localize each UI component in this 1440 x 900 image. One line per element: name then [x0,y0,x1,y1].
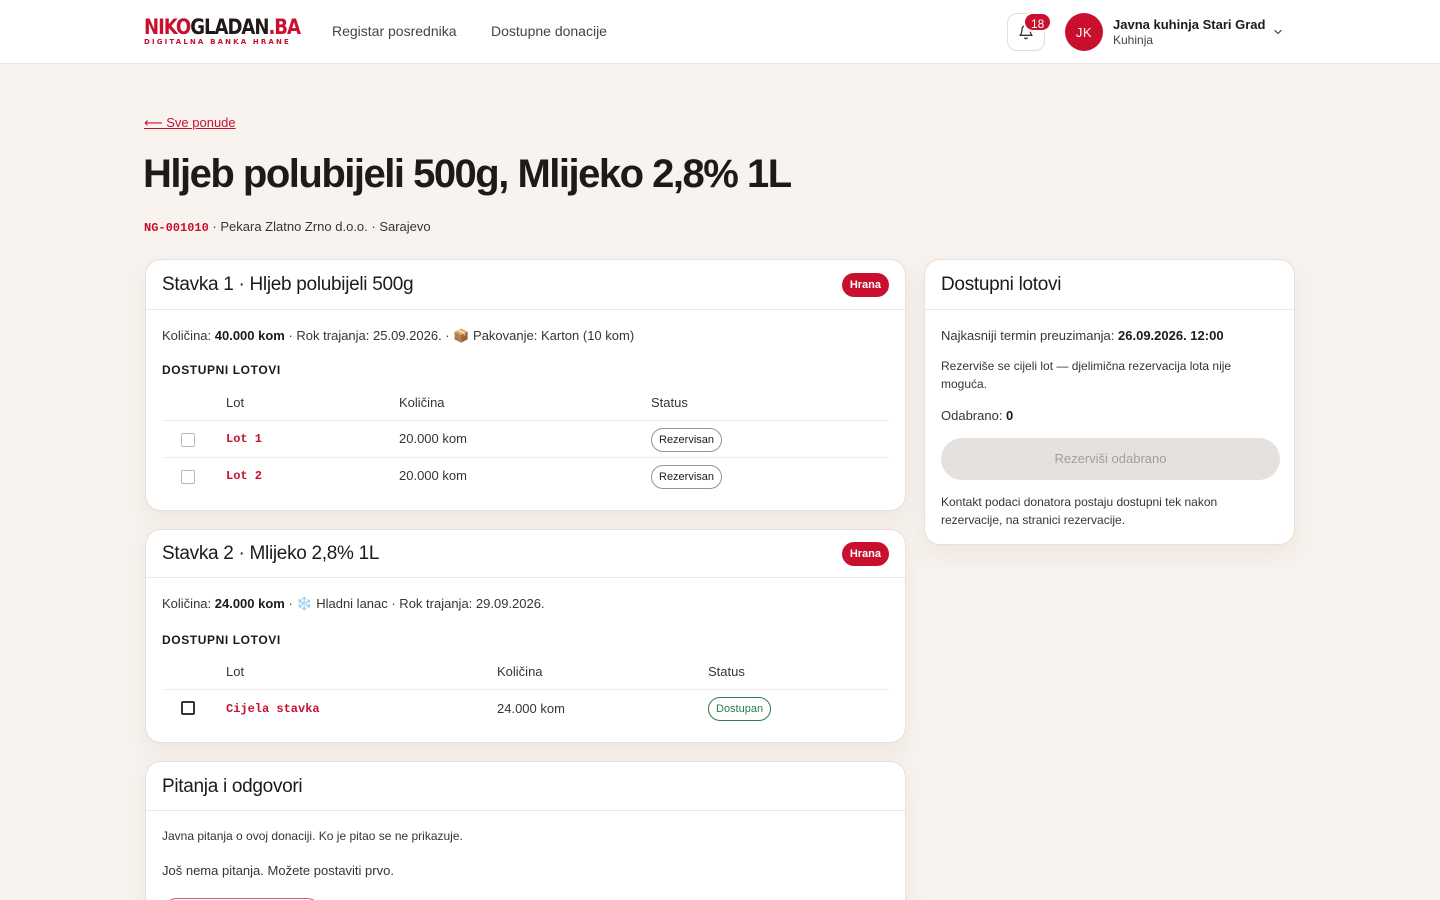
back-to-offers-link[interactable]: ⟵ Sve ponude [144,115,236,131]
status-badge: Rezervisan [651,428,723,452]
column-header-quantity: Količina [497,664,543,679]
lot-checkbox[interactable] [181,470,195,484]
item-title: Stavka 1 · Hljeb polubijeli 500g [162,274,414,295]
status-badge: Dostupan [708,697,772,721]
lot-name: Lot 1 [226,432,263,446]
divider [162,689,889,690]
user-role: Kuhinja [1113,33,1154,47]
column-header-status: Status [708,664,745,679]
reserve-selected-button[interactable]: Rezerviši odabrano [941,438,1280,480]
top-navigation-bar: NIKOGLADAN.BA DIGITALNA BANKA HRANE Regi… [0,0,1440,64]
status-badge: Rezervisan [651,465,723,489]
avatar[interactable]: JK [1065,13,1103,51]
logo[interactable]: NIKOGLADAN.BA DIGITALNA BANKA HRANE [144,15,301,48]
column-header-status: Status [651,395,688,410]
panel-header: Dostupni lotovi [925,260,1294,310]
item-title: Stavka 2 · Mlijeko 2,8% 1L [162,543,380,564]
user-name[interactable]: Javna kuhinja Stari Grad [1113,17,1265,32]
item-info: Količina: 24.000 kom · ❄️ Hladni lanac ·… [162,596,545,611]
chevron-down-icon[interactable] [1272,26,1284,38]
logo-tagline: DIGITALNA BANKA HRANE [144,38,291,46]
qa-intro: Javna pitanja o ovoj donaciji. Ko je pit… [162,829,463,843]
item-card-header: Stavka 1 · Hljeb polubijeli 500g Hrana [146,260,905,310]
lot-name: Lot 2 [226,469,263,483]
lot-name: Cijela stavka [226,702,320,716]
column-header-quantity: Količina [399,395,445,410]
panel-title: Dostupni lotovi [941,274,1062,295]
lot-quantity: 24.000 kom [497,701,565,716]
available-lots-panel: Dostupni lotovi Najkasniji termin preuzi… [924,259,1295,545]
divider [162,457,889,458]
selected-count: Odabrano: 0 [941,408,1014,423]
donor-and-city: · Pekara Zlatno Zrno d.o.o. · Sarajevo [208,219,431,234]
category-badge: Hrana [841,542,889,566]
section-label: DOSTUPNI LOTOVI [162,633,281,647]
lot-quantity: 20.000 kom [399,431,467,446]
notifications-count-badge: 18 [1023,12,1053,32]
category-badge: Hrana [841,273,889,297]
logo-wordmark: NIKOGLADAN.BA [144,15,301,39]
item-card-header: Stavka 2 · Mlijeko 2,8% 1L Hrana [146,530,905,578]
donation-meta: NG-001010 · Pekara Zlatno Zrno d.o.o. · … [144,219,431,235]
contact-note: Kontakt podaci donatora postaju dostupni… [941,495,1218,527]
qa-card: Pitanja i odgovori Javna pitanja o ovoj … [145,761,906,900]
item-card-1: Stavka 1 · Hljeb polubijeli 500g Hrana K… [145,259,906,511]
lot-checkbox[interactable] [181,433,195,447]
donation-code: NG-001010 [144,221,209,235]
column-header-lot: Lot [226,664,245,679]
divider [162,420,889,421]
column-header-lot: Lot [226,395,245,410]
item-card-2: Stavka 2 · Mlijeko 2,8% 1L Hrana Količin… [145,529,906,743]
item-info: Količina: 40.000 kom · Rok trajanja: 25.… [162,328,635,343]
lot-quantity: 20.000 kom [399,468,467,483]
section-label: DOSTUPNI LOTOVI [162,363,281,377]
qa-empty-state: Još nema pitanja. Možete postaviti prvo. [162,863,394,878]
lot-checkbox[interactable] [181,701,195,715]
pickup-deadline: Najkasniji termin preuzimanja: 26.09.202… [941,328,1224,343]
qa-title: Pitanja i odgovori [162,776,303,797]
nav-link-dostupne-donacije[interactable]: Dostupne donacije [491,23,607,39]
qa-card-header: Pitanja i odgovori [146,762,905,811]
page-title: Hljeb polubijeli 500g, Mlijeko 2,8% 1L [143,152,792,196]
reservation-note: Rezerviše se cijeli lot — djelimična rez… [941,359,1232,391]
nav-link-registar-posrednika[interactable]: Registar posrednika [332,23,457,39]
